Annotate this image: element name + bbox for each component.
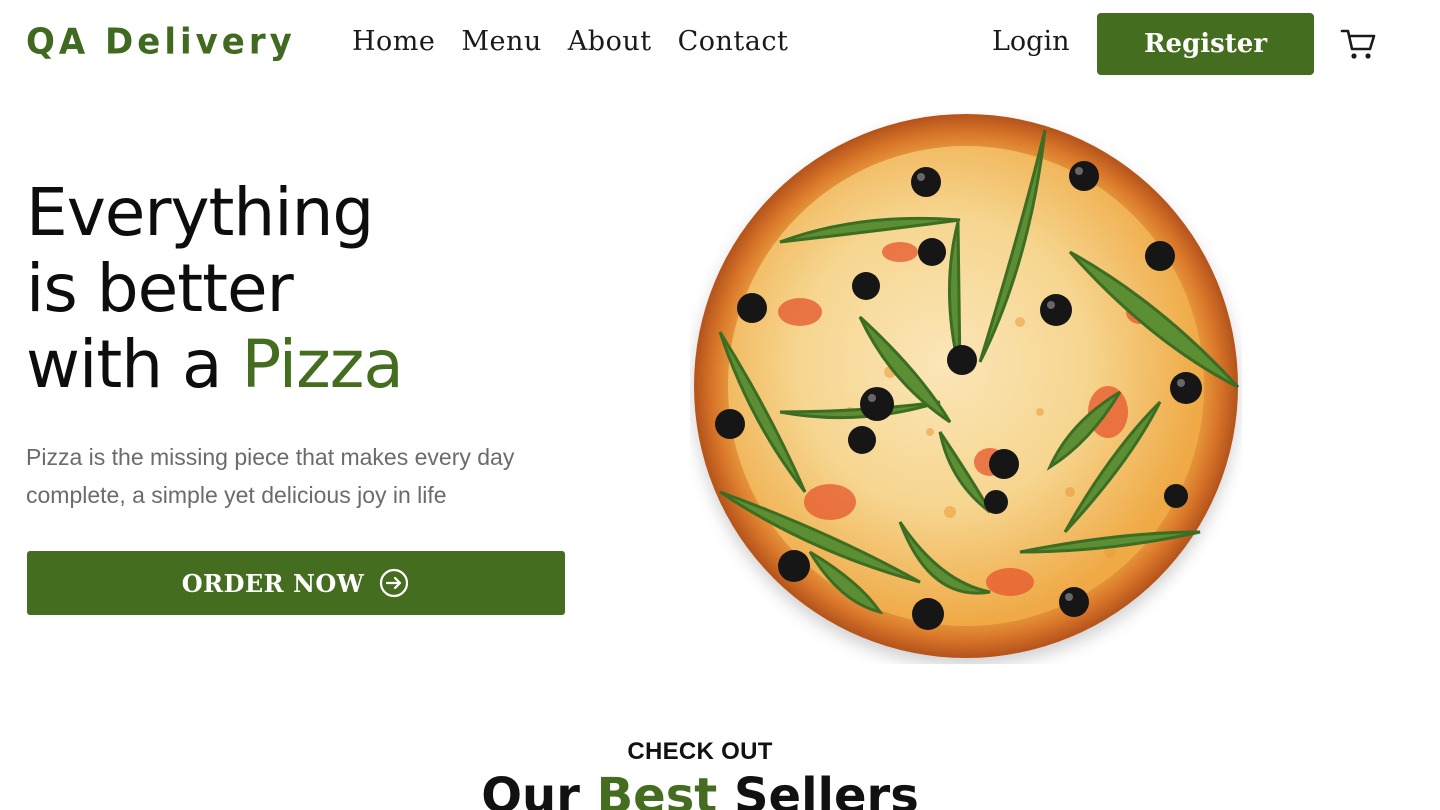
best-sellers-title-accent: Best xyxy=(596,768,718,810)
best-sellers-title-prefix: Our xyxy=(481,768,597,810)
landing-page: QA Delivery Home Menu About Contact Logi… xyxy=(0,0,1440,810)
arrow-right-circle-icon xyxy=(378,567,410,599)
order-now-label: ORDER NOW xyxy=(181,568,365,598)
hero-title: Everything is better with a Pizza xyxy=(26,174,404,403)
register-button[interactable]: Register xyxy=(1097,13,1314,75)
order-now-button[interactable]: ORDER NOW xyxy=(27,551,565,615)
nav-link-menu[interactable]: Menu xyxy=(461,26,541,57)
hero-title-line2: is better xyxy=(26,250,294,327)
login-link[interactable]: Login xyxy=(992,26,1070,57)
hero-title-accent: Pizza xyxy=(241,326,403,403)
hero-title-line3: with a xyxy=(26,326,242,403)
best-sellers-title: Our Best Sellers xyxy=(0,766,1400,810)
nav-link-home[interactable]: Home xyxy=(352,26,435,57)
best-sellers-kicker: CHECK OUT xyxy=(627,738,773,765)
nav-links: Home Menu About Contact xyxy=(352,26,788,57)
pizza-image xyxy=(690,112,1242,664)
hero-title-line1: Everything xyxy=(26,174,374,251)
cart-icon[interactable] xyxy=(1340,27,1376,61)
top-navigation: QA Delivery Home Menu About Contact Logi… xyxy=(0,0,1440,90)
hero-subtitle: Pizza is the missing piece that makes ev… xyxy=(26,444,515,508)
nav-link-contact[interactable]: Contact xyxy=(678,26,789,57)
brand-logo[interactable]: QA Delivery xyxy=(26,21,296,63)
best-sellers-title-suffix: Sellers xyxy=(717,768,919,810)
nav-link-about[interactable]: About xyxy=(568,26,652,57)
